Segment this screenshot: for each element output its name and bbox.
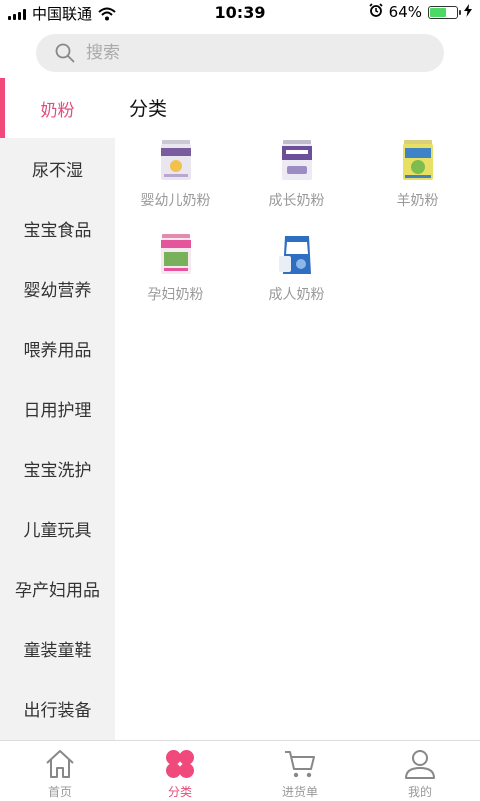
category-label: 羊奶粉 xyxy=(396,193,439,209)
category-label: 成长奶粉 xyxy=(268,193,325,209)
category-content: 分类 婴幼儿奶粉 成长奶粉 羊奶粉 孕妇奶粉 成人奶粉 xyxy=(115,78,480,740)
tab-label: 首页 xyxy=(47,785,72,799)
bottom-tab-bar: 首页 分类 进货单 我的 xyxy=(0,740,480,801)
status-bar: 中国联通 10:39 64% xyxy=(0,0,480,26)
category-item-maternal-formula[interactable]: 孕妇奶粉 xyxy=(115,230,236,324)
battery-fill xyxy=(430,7,446,17)
alarm-icon xyxy=(369,3,383,21)
category-item-infant-formula[interactable]: 婴幼儿奶粉 xyxy=(115,136,236,230)
status-right: 64% xyxy=(369,3,472,21)
sidebar-item-baby-food[interactable]: 宝宝食品 xyxy=(0,198,115,258)
sidebar-item-label: 奶粉 xyxy=(40,100,75,121)
tab-profile[interactable]: 我的 xyxy=(360,741,480,801)
sidebar-item-label: 日用护理 xyxy=(23,400,92,421)
sidebar-item-label: 儿童玩具 xyxy=(23,520,92,541)
sidebar-item-milk-powder[interactable]: 奶粉 xyxy=(0,78,115,138)
sidebar-item-feeding-supplies[interactable]: 喂养用品 xyxy=(0,318,115,378)
search-input[interactable] xyxy=(84,42,408,64)
tab-category[interactable]: 分类 xyxy=(120,741,240,801)
sidebar-item-label: 尿不湿 xyxy=(32,160,83,181)
battery-percent: 64% xyxy=(388,3,422,21)
sidebar-item-label: 宝宝食品 xyxy=(23,220,92,241)
goat-milk-can-icon xyxy=(402,140,433,180)
sidebar-item-label: 童装童鞋 xyxy=(23,640,92,661)
user-icon xyxy=(405,750,435,779)
sidebar-item-diapers[interactable]: 尿不湿 xyxy=(0,138,115,198)
sidebar-item-label: 出行装备 xyxy=(23,700,92,721)
sidebar-item-infant-nutrition[interactable]: 婴幼营养 xyxy=(0,258,115,318)
tab-label: 分类 xyxy=(167,785,192,799)
sidebar-item-kids-clothing[interactable]: 童装童鞋 xyxy=(0,618,115,678)
sidebar-item-label: 喂养用品 xyxy=(23,340,92,361)
tab-home[interactable]: 首页 xyxy=(0,741,120,801)
sidebar-item-baby-bath[interactable]: 宝宝洗护 xyxy=(0,438,115,498)
tab-label: 我的 xyxy=(407,785,432,799)
search-icon xyxy=(55,43,75,63)
tab-label: 进货单 xyxy=(281,785,318,799)
sidebar-item-maternity[interactable]: 孕产妇用品 xyxy=(0,558,115,618)
category-sidebar: 奶粉 尿不湿 宝宝食品 婴幼营养 喂养用品 日用护理 宝宝洗护 儿童玩具 孕产妇… xyxy=(0,78,115,740)
infant-formula-can-icon xyxy=(160,140,191,180)
category-item-growth-formula[interactable]: 成长奶粉 xyxy=(236,136,357,230)
category-label: 婴幼儿奶粉 xyxy=(140,193,211,209)
clover-icon xyxy=(166,750,194,778)
category-grid: 婴幼儿奶粉 成长奶粉 羊奶粉 孕妇奶粉 成人奶粉 xyxy=(115,136,480,324)
adult-milk-bag-icon xyxy=(278,236,311,274)
sidebar-item-travel-gear[interactable]: 出行装备 xyxy=(0,678,115,738)
search-bar[interactable] xyxy=(36,34,444,72)
sidebar-item-label: 孕产妇用品 xyxy=(15,580,100,601)
sidebar-item-toys[interactable]: 儿童玩具 xyxy=(0,498,115,558)
sidebar-item-label: 宝宝洗护 xyxy=(23,460,92,481)
tab-cart[interactable]: 进货单 xyxy=(240,741,360,801)
growth-formula-can-icon xyxy=(281,140,312,180)
content-title: 分类 xyxy=(129,98,168,120)
category-item-goat-milk[interactable]: 羊奶粉 xyxy=(357,136,478,230)
home-icon xyxy=(46,750,74,778)
category-label: 成人奶粉 xyxy=(268,287,325,303)
cart-icon xyxy=(285,751,315,778)
sidebar-item-label: 婴幼营养 xyxy=(23,280,92,301)
category-label: 孕妇奶粉 xyxy=(147,287,204,303)
maternal-formula-can-icon xyxy=(160,234,191,274)
charging-icon xyxy=(464,3,472,21)
sidebar-item-daily-care[interactable]: 日用护理 xyxy=(0,378,115,438)
category-item-adult-milk[interactable]: 成人奶粉 xyxy=(236,230,357,324)
battery-icon xyxy=(428,5,461,19)
